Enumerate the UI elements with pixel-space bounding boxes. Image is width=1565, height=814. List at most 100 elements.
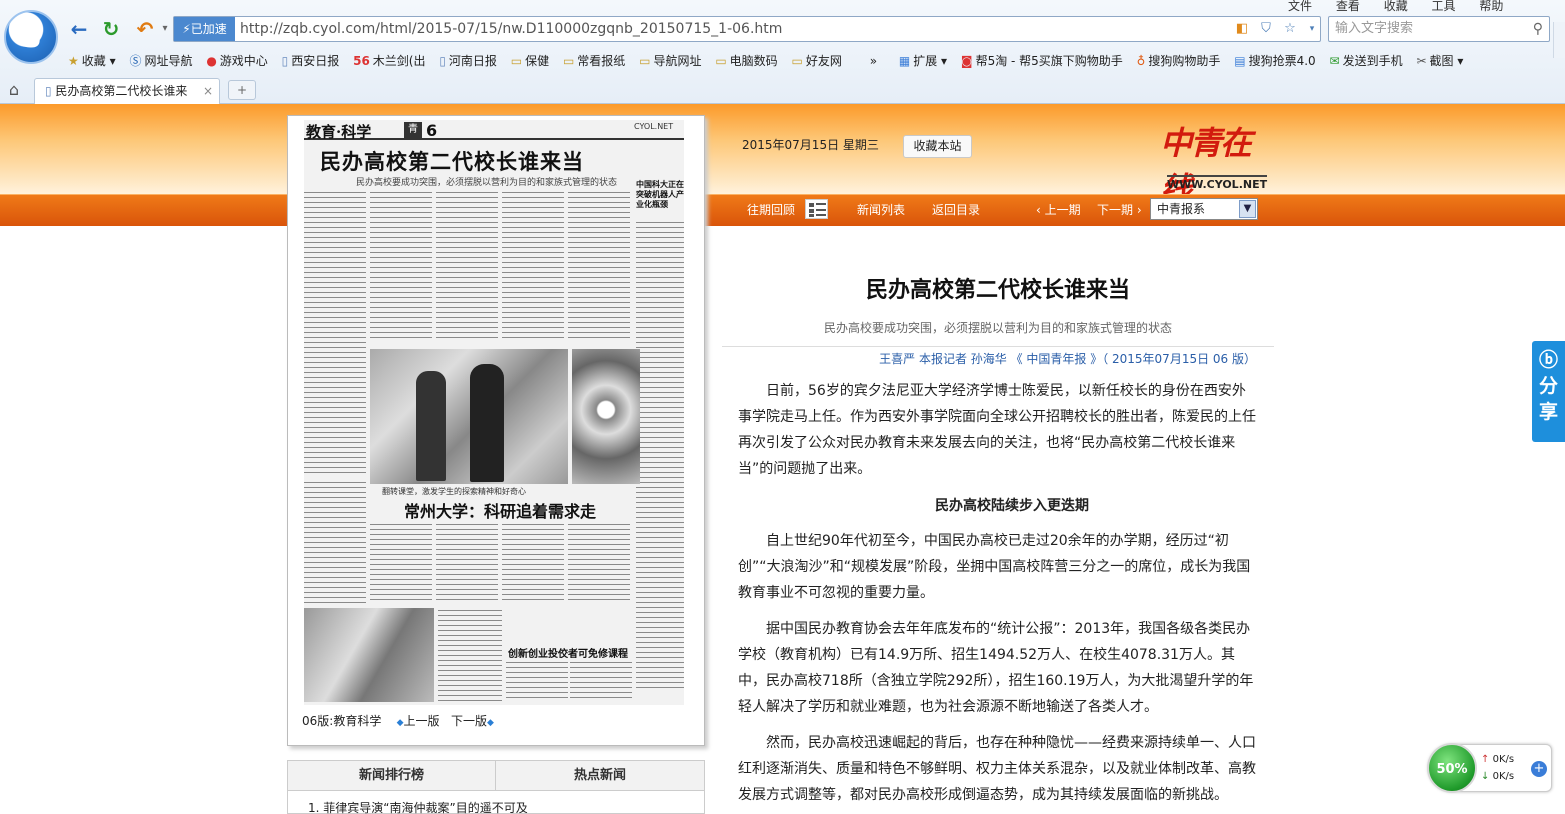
menu-tools[interactable]: 工具 (1432, 0, 1456, 13)
close-icon[interactable]: × (203, 79, 213, 103)
site-56-icon: 56 (353, 54, 370, 68)
bookmark-henan-daily[interactable]: ▯ 河南日报 (439, 52, 497, 69)
url-text[interactable]: http://zqb.cyol.com/html/2015-07/15/nw.D… (240, 17, 782, 41)
bookmarks-bar: ★ 收藏 ▾ Ⓢ 网址导航 ● 游戏中心 ▯ 西安日报 56 木兰剑(出 ▯ 河南日报 ▭ 保… (68, 52, 1565, 70)
network-speed-widget[interactable]: 50% ↑ 0K/s ↓ 0K/s + (1427, 743, 1552, 793)
newspaper-page-image[interactable]: 教育·科学 青 6 CYOL.NET 民办高校第二代校长谁来当 民办高校要成功突… (304, 120, 684, 705)
text-column[interactable] (436, 522, 498, 604)
share-button[interactable]: ⓑ 分享 (1532, 341, 1565, 442)
sogou-browser-logo[interactable]: S (4, 10, 58, 64)
menu-favorites[interactable]: 收藏 (1384, 0, 1408, 13)
diamond-icon: ◆ (396, 718, 404, 728)
bookmark-extensions[interactable]: ▦ 扩展 ▾ (899, 52, 947, 69)
bookmark-mulan[interactable]: 56 木兰剑(出 (353, 52, 425, 69)
page-url-mark: CYOL.NET (634, 122, 674, 131)
news-photo[interactable] (304, 608, 434, 702)
site-logo[interactable]: 中青在线 (1160, 118, 1270, 208)
text-column[interactable] (636, 220, 684, 690)
address-bar[interactable]: ⚡已加速 http://zqb.cyol.com/html/2015-07/15… (173, 16, 1321, 42)
menu-view[interactable]: 查看 (1336, 0, 1360, 13)
page-subhead: 民办高校要成功突围，必须摆脱以营利为目的和家族式管理的状态 (356, 178, 618, 188)
side-headline[interactable]: 中国科大正在突破机器人产业化瓶颈 (636, 180, 684, 210)
article-subheading: 民办高校陆续步入更迭期 (935, 498, 1089, 514)
news-photo[interactable] (572, 349, 640, 484)
prev-page-link[interactable]: 上一版 (404, 714, 440, 728)
refresh-icon[interactable]: ↻ (98, 16, 124, 42)
menu-help[interactable]: 帮助 (1479, 0, 1503, 13)
ranking-item[interactable]: 1. 菲律宾导演“南海仲裁案”目的遥不可及 (308, 799, 528, 814)
text-column[interactable] (568, 522, 630, 604)
text-column[interactable] (304, 480, 366, 604)
bookmark-more-button[interactable]: » (870, 54, 877, 68)
bookmark-favorites[interactable]: ★ 收藏 ▾ (68, 52, 116, 69)
bookmark-digital[interactable]: ▭ 电脑数码 (715, 52, 777, 69)
back-arrow-icon[interactable]: ← (66, 16, 92, 42)
text-column[interactable] (436, 190, 498, 340)
star-icon: ★ (68, 54, 79, 68)
page-section-title: 教育·科学 (306, 123, 372, 141)
speedup-button[interactable]: ⚡已加速 (174, 17, 235, 41)
phone-icon: ✉ (1329, 54, 1340, 68)
text-column[interactable] (304, 190, 366, 475)
next-issue-link[interactable]: 下一期 › (1097, 201, 1142, 218)
bookmark-shopping-assistant[interactable]: ♁ 搜狗购物助手 (1137, 52, 1221, 69)
plus-icon[interactable]: + (1531, 761, 1547, 777)
star-icon[interactable]: ☆ (1282, 21, 1298, 37)
home-icon[interactable]: ⌂ (4, 80, 24, 100)
tab-news-ranking[interactable]: 新闻排行榜 (288, 761, 496, 791)
page-headline[interactable]: 民办高校第二代校长谁来当 (320, 146, 584, 176)
read-mode-icon[interactable]: ◧ (1234, 21, 1250, 37)
tab-active[interactable]: ▯ 民办高校第二代校长谁来 × (34, 78, 220, 104)
bookmark-newspapers[interactable]: ▭ 常看报纸 (563, 52, 625, 69)
tab-hot-news[interactable]: 热点新闻 (496, 761, 704, 791)
text-column[interactable] (570, 660, 632, 702)
text-column[interactable] (502, 190, 564, 340)
bookmark-friends[interactable]: ▭ 好友网 (792, 52, 842, 69)
page-headline-3[interactable]: 创新创业投佼者可免修课程 (508, 645, 628, 660)
bookmark-nav-sites[interactable]: ▭ 导航网址 (639, 52, 701, 69)
past-issues-link[interactable]: 往期回顾 (747, 201, 795, 218)
security-shield-icon[interactable]: ⛉ (1258, 21, 1274, 37)
memory-usage-ball[interactable]: 50% (1427, 743, 1477, 793)
upload-speed: ↑ 0K/s (1481, 754, 1515, 765)
site-date: 2015年07月15日 星期三 (742, 138, 879, 152)
bookmark-screenshot[interactable]: ✂ 截图 ▾ (1416, 52, 1463, 69)
folder-icon: ▭ (562, 54, 575, 68)
new-tab-button[interactable]: + (228, 80, 256, 100)
menu-file[interactable]: 文件 (1288, 0, 1312, 13)
address-dropdown-icon[interactable]: ▾ (1304, 21, 1320, 37)
bookmark-send-to-phone[interactable]: ✉ 发送到手机 (1330, 52, 1403, 69)
grid-view-icon[interactable] (805, 199, 828, 219)
bookmark-nav[interactable]: Ⓢ 网址导航 (129, 52, 192, 69)
page-headline-2[interactable]: 常州大学：科研追着需求走 (404, 498, 596, 522)
favorite-site-button[interactable]: 收藏本站 (903, 135, 972, 158)
bookmark-bang5tao[interactable]: ◙ 帮5淘 - 帮5买旗下购物助手 (961, 52, 1123, 69)
back-to-index-link[interactable]: 返回目录 (932, 201, 980, 218)
search-icon[interactable]: ⚲ (1533, 17, 1543, 41)
text-column[interactable] (502, 522, 564, 604)
text-column[interactable] (568, 190, 630, 340)
bookmark-health[interactable]: ▭ 保健 (511, 52, 549, 69)
text-column[interactable] (370, 190, 432, 340)
paper-select[interactable]: 中青报系 ▼ (1150, 198, 1258, 220)
bookmark-games[interactable]: ● 游戏中心 (206, 52, 268, 69)
bookmark-xian-daily[interactable]: ▯ 西安日报 (282, 52, 340, 69)
news-list-link[interactable]: 新闻列表 (857, 201, 905, 218)
text-column[interactable] (438, 608, 502, 702)
article-paragraph: 自上世纪90年代初至今，中国民办高校已走过20余年的办学期，经历过“初创”“大浪… (738, 533, 1251, 601)
bookmark-ticket-grabber[interactable]: ▤ 搜狗抢票4.0 (1234, 52, 1315, 69)
bag-icon: ◙ (960, 54, 973, 68)
chevron-down-icon: ▼ (1239, 200, 1256, 218)
next-page-link[interactable]: 下一版 (451, 714, 487, 728)
page-icon: ▯ (439, 54, 446, 68)
search-input[interactable]: 输入文字搜索 ⚲ (1328, 16, 1550, 42)
text-column[interactable] (370, 522, 432, 604)
site-logo-url: WWW.CYOL.NET (1167, 175, 1267, 191)
news-photo[interactable] (370, 349, 568, 484)
prev-issue-link[interactable]: ‹ 上一期 (1036, 201, 1081, 218)
text-column[interactable] (506, 660, 568, 702)
folder-icon: ▭ (510, 54, 523, 68)
divider (722, 346, 1274, 347)
paper-brand-mark: 青 (404, 122, 422, 138)
article-paragraph: 日前，56岁的宾夕法尼亚大学经济学博士陈爱民，以新任校长的身份在西安外事学院走马… (738, 383, 1256, 477)
